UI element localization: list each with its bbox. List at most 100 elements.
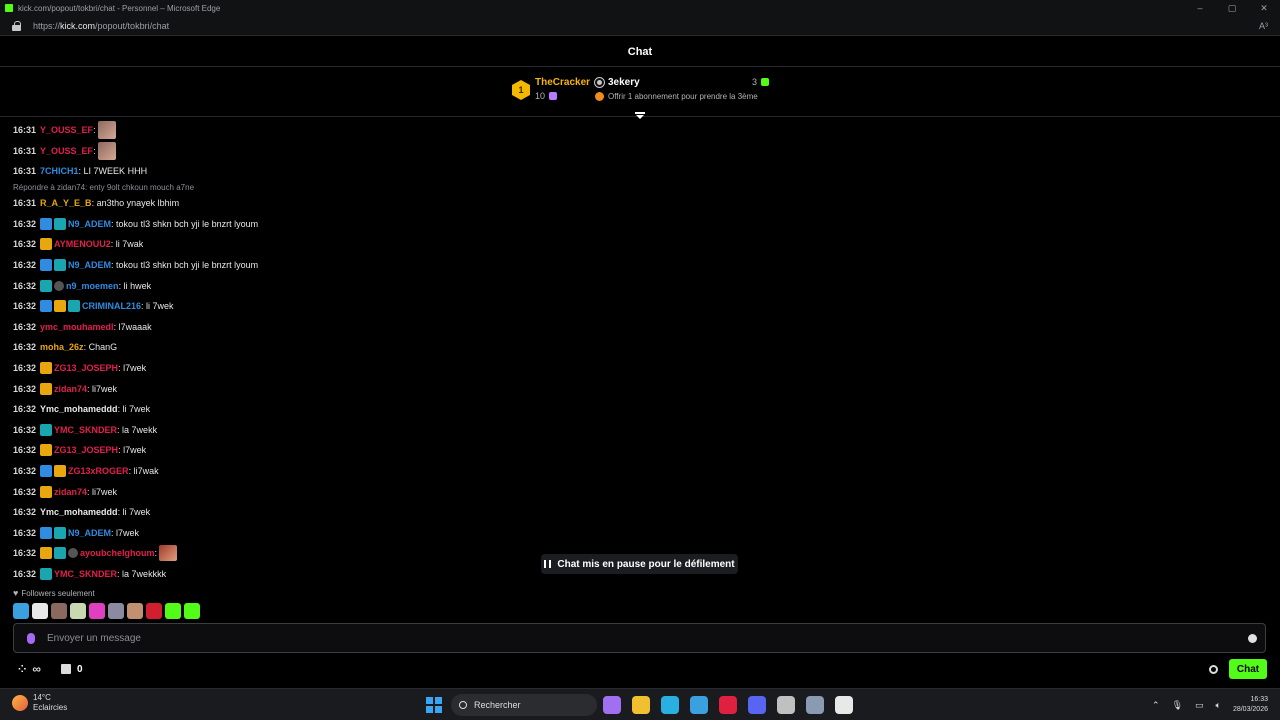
chat-message[interactable]: 16:31 Y_OUSS_EF: <box>13 120 116 140</box>
taskbar-app-icon[interactable] <box>806 696 824 714</box>
microphone-icon[interactable] <box>27 632 35 644</box>
maximize-button[interactable]: ▢ <box>1216 0 1248 16</box>
chat-message[interactable]: 16:32 N9_ADEM: tokou tl3 shkn bch yji le … <box>13 255 258 275</box>
chat-message[interactable]: 16:32 N9_ADEM: l7wek <box>13 523 139 543</box>
message-username[interactable]: YMC_SKNDER <box>54 425 117 435</box>
mic-tray-icon[interactable]: 🎙︎ <box>1172 700 1183 711</box>
users-icon[interactable]: ⁘ <box>18 664 26 675</box>
quick-emote-icon[interactable] <box>165 603 181 619</box>
weather-widget[interactable]: 14°C Eclaircies <box>12 693 67 713</box>
reply-reference[interactable]: Répondre à zidan74: enty 9olt chkoun mou… <box>13 183 194 192</box>
message-username[interactable]: n9_moemen <box>66 281 119 291</box>
url-text[interactable]: https://kick.com/popout/tokbri/chat <box>33 21 169 31</box>
message-username[interactable]: Ymc_mohameddd <box>40 404 118 414</box>
volume-icon[interactable]: 🔈︎ <box>1216 700 1221 711</box>
emote-image[interactable] <box>97 141 116 160</box>
message-username[interactable]: zidan74 <box>54 487 87 497</box>
message-username[interactable]: N9_ADEM <box>68 219 111 229</box>
chat-message[interactable]: 16:32 Ymc_mohameddd: li 7wek <box>13 399 150 419</box>
chat-message[interactable]: 16:32 moha_26z: ChanG <box>13 337 117 357</box>
message-username[interactable]: AYMENOUU2 <box>54 239 111 249</box>
quick-emote-icon[interactable] <box>51 603 67 619</box>
message-username[interactable]: N9_ADEM <box>68 528 111 538</box>
taskbar-search[interactable]: Rechercher <box>451 694 597 716</box>
message-username[interactable]: zidan74 <box>54 384 87 394</box>
chat-message[interactable]: 16:32 ymc_mouhamedl: l7waaak <box>13 317 152 337</box>
taskbar-app-icon[interactable] <box>777 696 795 714</box>
chat-message[interactable]: 16:31 7CHICH1: LI 7WEEK HHH <box>13 161 147 181</box>
quick-emote-icon[interactable] <box>127 603 143 619</box>
message-username[interactable]: ymc_mouhamedl <box>40 322 114 332</box>
chat-message[interactable]: 16:31 Y_OUSS_EF: <box>13 141 116 161</box>
quick-emote-icon[interactable] <box>32 603 48 619</box>
clock[interactable]: 16:33 28/03/2026 <box>1233 695 1268 715</box>
message-username[interactable]: Y_OUSS_EF <box>40 125 93 135</box>
top-gifter-name[interactable]: TheCracker <box>535 77 590 88</box>
network-icon[interactable]: ▭ <box>1195 700 1204 711</box>
message-username[interactable]: ayoubchelghoum <box>80 548 155 558</box>
taskbar-app-icon[interactable] <box>835 696 853 714</box>
chat-message[interactable]: 16:32 ZG13_JOSEPH: l7wek <box>13 358 146 378</box>
chat-message[interactable]: 16:32 CRIMINAL216: li 7wek <box>13 296 174 316</box>
expand-leaderboard-icon[interactable] <box>634 112 646 120</box>
chat-message[interactable]: 16:32 YMC_SKNDER: la 7wekkkk <box>13 564 166 584</box>
emoji-picker-icon[interactable] <box>1248 633 1257 643</box>
message-username[interactable]: ZG13_JOSEPH <box>54 445 118 455</box>
message-username[interactable]: moha_26z <box>40 342 84 352</box>
chat-message[interactable]: 16:31 R_A_Y_E_B: an3tho ynayek lbhim <box>13 193 179 213</box>
message-time: 16:32 <box>13 342 37 353</box>
quick-emote-icon[interactable] <box>184 603 200 619</box>
send-chat-button[interactable]: Chat <box>1229 659 1267 679</box>
message-username[interactable]: ZG13xROGER <box>68 466 129 476</box>
message-username[interactable]: N9_ADEM <box>68 260 111 270</box>
taskbar-app-icon[interactable] <box>719 696 737 714</box>
sub-badge-icon <box>54 547 67 560</box>
gift-offer[interactable]: Offrir 1 abonnement pour prendre la 3ème <box>595 92 758 101</box>
message-username[interactable]: Y_OUSS_EF <box>40 146 93 156</box>
taskbar-app-icon[interactable] <box>690 696 708 714</box>
emote-image[interactable] <box>97 121 116 139</box>
quick-emote-icon[interactable] <box>89 603 105 619</box>
message-input[interactable] <box>47 632 1197 644</box>
quick-emote-icon[interactable] <box>108 603 124 619</box>
chat-messages[interactable]: 16:31 Y_OUSS_EF:16:31 Y_OUSS_EF:16:31 7CHIC… <box>13 120 1253 590</box>
taskbar-app-icon[interactable] <box>603 696 621 714</box>
address-bar[interactable]: https://kick.com/popout/tokbri/chat A³ <box>0 16 1280 36</box>
message-username[interactable]: CRIMINAL216 <box>82 301 141 311</box>
minimize-button[interactable]: – <box>1184 0 1216 16</box>
chat-message[interactable]: 16:32 N9_ADEM: tokou tl3 shkn bch yji le … <box>13 214 258 234</box>
taskbar-app-icon[interactable] <box>632 696 650 714</box>
taskbar-app-icon[interactable] <box>661 696 679 714</box>
chat-message[interactable]: 16:32 zidan74: li7wek <box>13 379 117 399</box>
infinity-icon[interactable]: ∞ <box>32 662 41 676</box>
quick-emote-icon[interactable] <box>13 603 29 619</box>
taskbar-app-icon[interactable] <box>748 696 766 714</box>
message-username[interactable]: R_A_Y_E_B <box>40 198 92 208</box>
quick-emote-icon[interactable] <box>146 603 162 619</box>
chat-message[interactable]: 16:32 zidan74: li7wek <box>13 482 117 502</box>
chevron-up-icon[interactable]: ⌃ <box>1152 700 1160 711</box>
windows-start-icon[interactable] <box>426 697 442 713</box>
message-input-box[interactable] <box>13 623 1266 653</box>
message-username[interactable]: YMC_SKNDER <box>54 569 117 579</box>
chat-message[interactable]: 16:32 ZG13_JOSEPH: l7wek <box>13 440 146 460</box>
chat-message[interactable]: 16:32 n9_moemen: li hwek <box>13 276 151 296</box>
close-window-button[interactable]: ✕ <box>1248 0 1280 16</box>
quick-emote-icon[interactable] <box>70 603 86 619</box>
chat-message[interactable]: 16:32 AYMENOUU2: li 7wak <box>13 234 143 254</box>
message-username[interactable]: 7CHICH1 <box>40 166 79 176</box>
lock-icon[interactable] <box>12 20 21 31</box>
settings-gear-icon[interactable] <box>1209 665 1218 674</box>
message-username[interactable]: ZG13_JOSEPH <box>54 363 118 373</box>
chat-message[interactable]: 16:32 YMC_SKNDER: la 7wekk <box>13 420 157 440</box>
message-text: : la 7wekkkk <box>117 569 167 579</box>
chat-paused-button[interactable]: Chat mis en pause pour le défilement <box>541 554 738 574</box>
read-aloud-icon[interactable]: A³ <box>1259 21 1268 31</box>
message-username[interactable]: Ymc_mohameddd <box>40 507 118 517</box>
chat-message[interactable]: 16:32 Ymc_mohameddd: li 7wek <box>13 502 150 522</box>
chat-message[interactable]: 16:32 ZG13xROGER: li7wak <box>13 461 159 481</box>
store-icon[interactable] <box>60 664 71 674</box>
chat-message[interactable]: 16:32 ayoubchelghoum: <box>13 543 178 563</box>
emote-image[interactable] <box>159 545 178 562</box>
second-gifter[interactable]: 3ekery <box>594 77 640 88</box>
